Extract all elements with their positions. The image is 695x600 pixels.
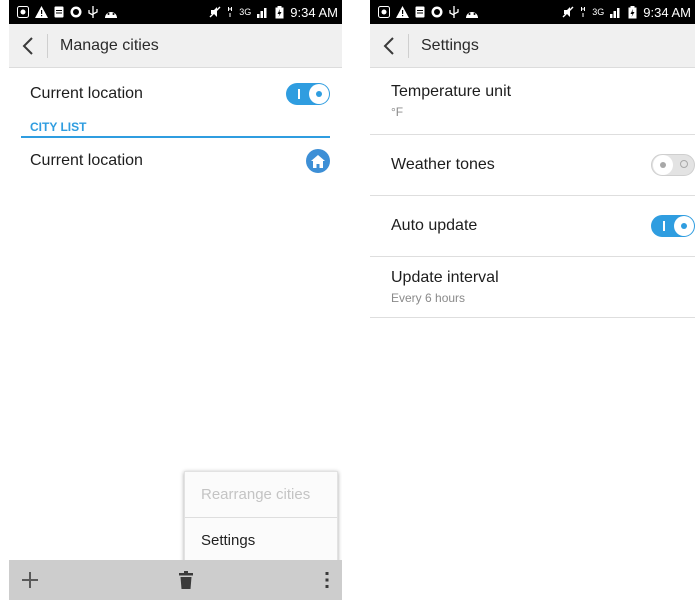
battery-icon bbox=[628, 5, 637, 18]
city-list-title: CITY LIST bbox=[30, 120, 87, 134]
weather-tones-toggle[interactable] bbox=[651, 154, 695, 176]
back-button[interactable] bbox=[15, 24, 41, 68]
globe-icon bbox=[431, 6, 443, 18]
bottom-action-bar bbox=[9, 560, 342, 600]
toggle-knob bbox=[653, 155, 673, 175]
setting-weather-tones[interactable]: Weather tones bbox=[370, 135, 695, 196]
sim-icon bbox=[415, 6, 425, 18]
setting-label: Auto update bbox=[391, 217, 478, 234]
warning-icon bbox=[35, 6, 48, 18]
more-icon[interactable] bbox=[324, 571, 330, 589]
status-time: 9:34 AM bbox=[643, 4, 691, 20]
toggle-on-mark bbox=[298, 89, 300, 99]
mute-icon bbox=[562, 6, 574, 18]
menu-item-rearrange-cities[interactable]: Rearrange cities bbox=[185, 472, 337, 517]
setting-summary: Every 6 hours bbox=[391, 291, 466, 305]
setting-update-interval[interactable]: Update interval Every 6 hours bbox=[370, 257, 695, 318]
toggle-on-mark bbox=[663, 221, 665, 231]
status-bar: 3G 9:34 AM bbox=[370, 0, 695, 24]
toggle-knob bbox=[674, 216, 694, 236]
signal-3g-icon bbox=[257, 8, 267, 18]
toggle-knob bbox=[309, 84, 329, 104]
menu-item-settings[interactable]: Settings bbox=[185, 518, 337, 563]
setting-label: Weather tones bbox=[391, 156, 495, 173]
city-list-item[interactable]: Current location bbox=[9, 138, 342, 184]
setting-label: Temperature unit bbox=[391, 83, 512, 100]
back-button[interactable] bbox=[376, 24, 402, 68]
toggle-off-mark bbox=[680, 160, 688, 168]
usb-icon bbox=[88, 6, 98, 18]
action-bar-divider bbox=[47, 33, 48, 58]
screenshot-icon bbox=[378, 6, 390, 18]
sim-icon bbox=[54, 6, 64, 18]
network-type-label: 3G bbox=[592, 7, 605, 17]
home-location-icon[interactable] bbox=[306, 149, 330, 173]
hspa-icon bbox=[228, 7, 233, 17]
setting-summary: °F bbox=[391, 105, 404, 119]
signal-3g-icon bbox=[610, 8, 620, 18]
city-list-header: CITY LIST bbox=[9, 118, 342, 138]
current-location-label: Current location bbox=[30, 85, 143, 102]
page-title: Settings bbox=[421, 36, 479, 54]
setting-label: Update interval bbox=[391, 269, 499, 286]
overflow-menu: Rearrange cities Settings bbox=[184, 471, 338, 564]
chevron-left-icon bbox=[383, 36, 394, 55]
setting-temperature-unit[interactable]: Temperature unit °F bbox=[370, 68, 695, 135]
action-bar: Settings bbox=[370, 24, 695, 68]
mute-icon bbox=[209, 6, 221, 18]
chevron-left-icon bbox=[22, 36, 33, 55]
battery-icon bbox=[275, 5, 284, 18]
add-icon[interactable] bbox=[21, 571, 39, 589]
auto-update-toggle[interactable] bbox=[651, 215, 695, 237]
network-type-label: 3G bbox=[239, 7, 252, 17]
settings-screen: 3G 9:34 AM Settings Temperature unit °F … bbox=[370, 0, 695, 600]
warning-icon bbox=[396, 6, 409, 18]
action-bar: Manage cities bbox=[9, 24, 342, 68]
globe-icon bbox=[70, 6, 82, 18]
android-icon bbox=[105, 11, 117, 18]
current-location-toggle[interactable] bbox=[286, 83, 330, 105]
status-time: 9:34 AM bbox=[290, 4, 338, 20]
page-title: Manage cities bbox=[60, 36, 159, 54]
city-name: Current location bbox=[30, 152, 143, 169]
status-bar: 3G 9:34 AM bbox=[9, 0, 342, 24]
current-location-setting[interactable]: Current location bbox=[9, 70, 342, 118]
action-bar-divider bbox=[408, 33, 409, 58]
manage-cities-screen: 3G 9:34 AM Manage cities Current locatio… bbox=[9, 0, 342, 600]
screenshot-icon bbox=[17, 6, 29, 18]
android-icon bbox=[466, 11, 478, 18]
usb-icon bbox=[449, 6, 459, 18]
hspa-icon bbox=[581, 7, 586, 17]
setting-auto-update[interactable]: Auto update bbox=[370, 196, 695, 257]
delete-icon[interactable] bbox=[178, 571, 193, 589]
